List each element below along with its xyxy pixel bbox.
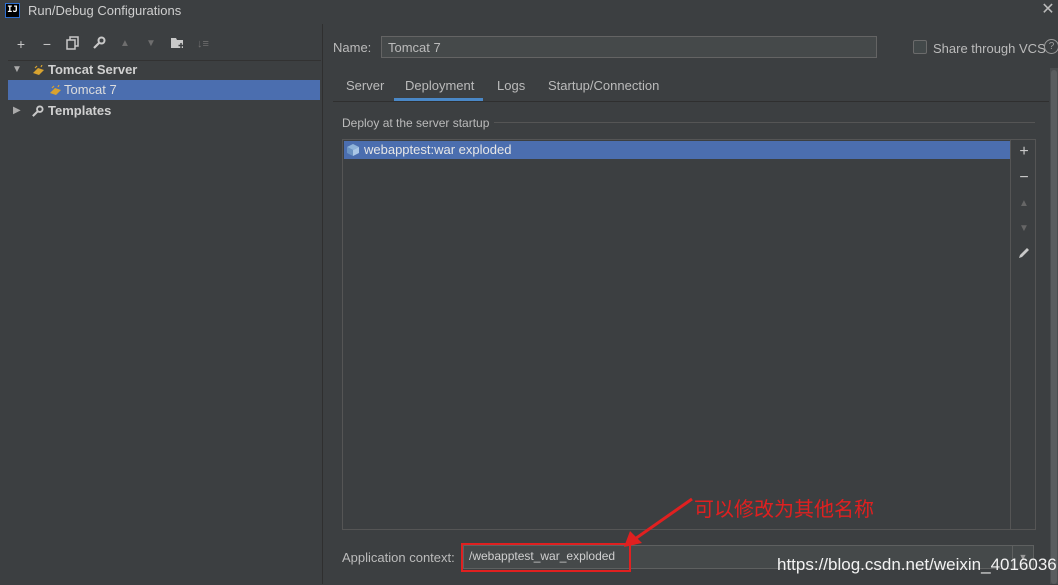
tree-item-label: Tomcat 7 [64,82,117,97]
application-context-label: Application context: [342,550,455,565]
tree-item-label: Templates [48,103,112,118]
share-vcs-label: Share through VCS [933,41,1046,56]
edit-pencil-icon[interactable] [1015,246,1033,264]
tomcat-icon [49,83,62,103]
folder-add-icon[interactable] [168,36,186,52]
tree-item-tomcat-7[interactable]: Tomcat 7 [8,80,320,100]
remove-artifact-icon[interactable]: − [1015,169,1033,187]
share-vcs-checkbox[interactable] [913,40,927,54]
section-divider [494,122,1035,123]
tree-item-templates[interactable]: ▶ Templates [8,101,320,121]
name-label: Name: [333,40,372,55]
tab-startup-connection[interactable]: Startup/Connection [548,78,659,102]
watermark: https://blog.csdn.net/weixin_40160361 [777,555,1058,574]
sort-icon[interactable]: ↓≡ [194,36,212,52]
add-icon[interactable]: + [12,36,30,52]
intellij-logo-icon: IJ [5,3,20,18]
panel-divider[interactable] [322,24,323,584]
deployment-list[interactable] [342,139,1011,530]
annotation-text: 可以修改为其他名称 [694,497,874,521]
tree-item-tomcat-server[interactable]: ▼ Tomcat Server [8,60,320,80]
help-icon[interactable]: ? [1044,39,1058,54]
annotation-highlight-box [461,543,631,572]
tree-item-label: Tomcat Server [48,62,138,77]
copy-icon[interactable] [64,36,82,52]
tab-logs[interactable]: Logs [497,78,525,102]
move-up-icon[interactable]: ▲ [116,36,134,52]
scrollbar-thumb[interactable] [1051,70,1057,584]
tab-server[interactable]: Server [346,78,384,102]
window-title: Run/Debug Configurations [28,3,182,18]
annotation-arrow [624,497,693,547]
name-input[interactable] [381,36,877,58]
close-icon[interactable]: ✕ [1040,1,1056,19]
wrench-icon[interactable] [90,36,108,52]
move-up-icon[interactable]: ▲ [1015,195,1033,213]
artifact-icon [346,143,360,157]
configuration-tree: ▼ Tomcat Server Tomcat 7 ▶ Templates [8,60,321,585]
wrench-icon [31,104,44,124]
add-artifact-icon[interactable]: + [1015,143,1033,161]
remove-icon[interactable]: − [38,36,56,52]
deploy-section-title: Deploy at the server startup [342,116,490,130]
move-down-icon[interactable]: ▼ [142,36,160,52]
artifact-label: webapptest:war exploded [364,142,512,157]
tabs-separator [333,101,1049,102]
move-down-icon[interactable]: ▼ [1015,220,1033,238]
